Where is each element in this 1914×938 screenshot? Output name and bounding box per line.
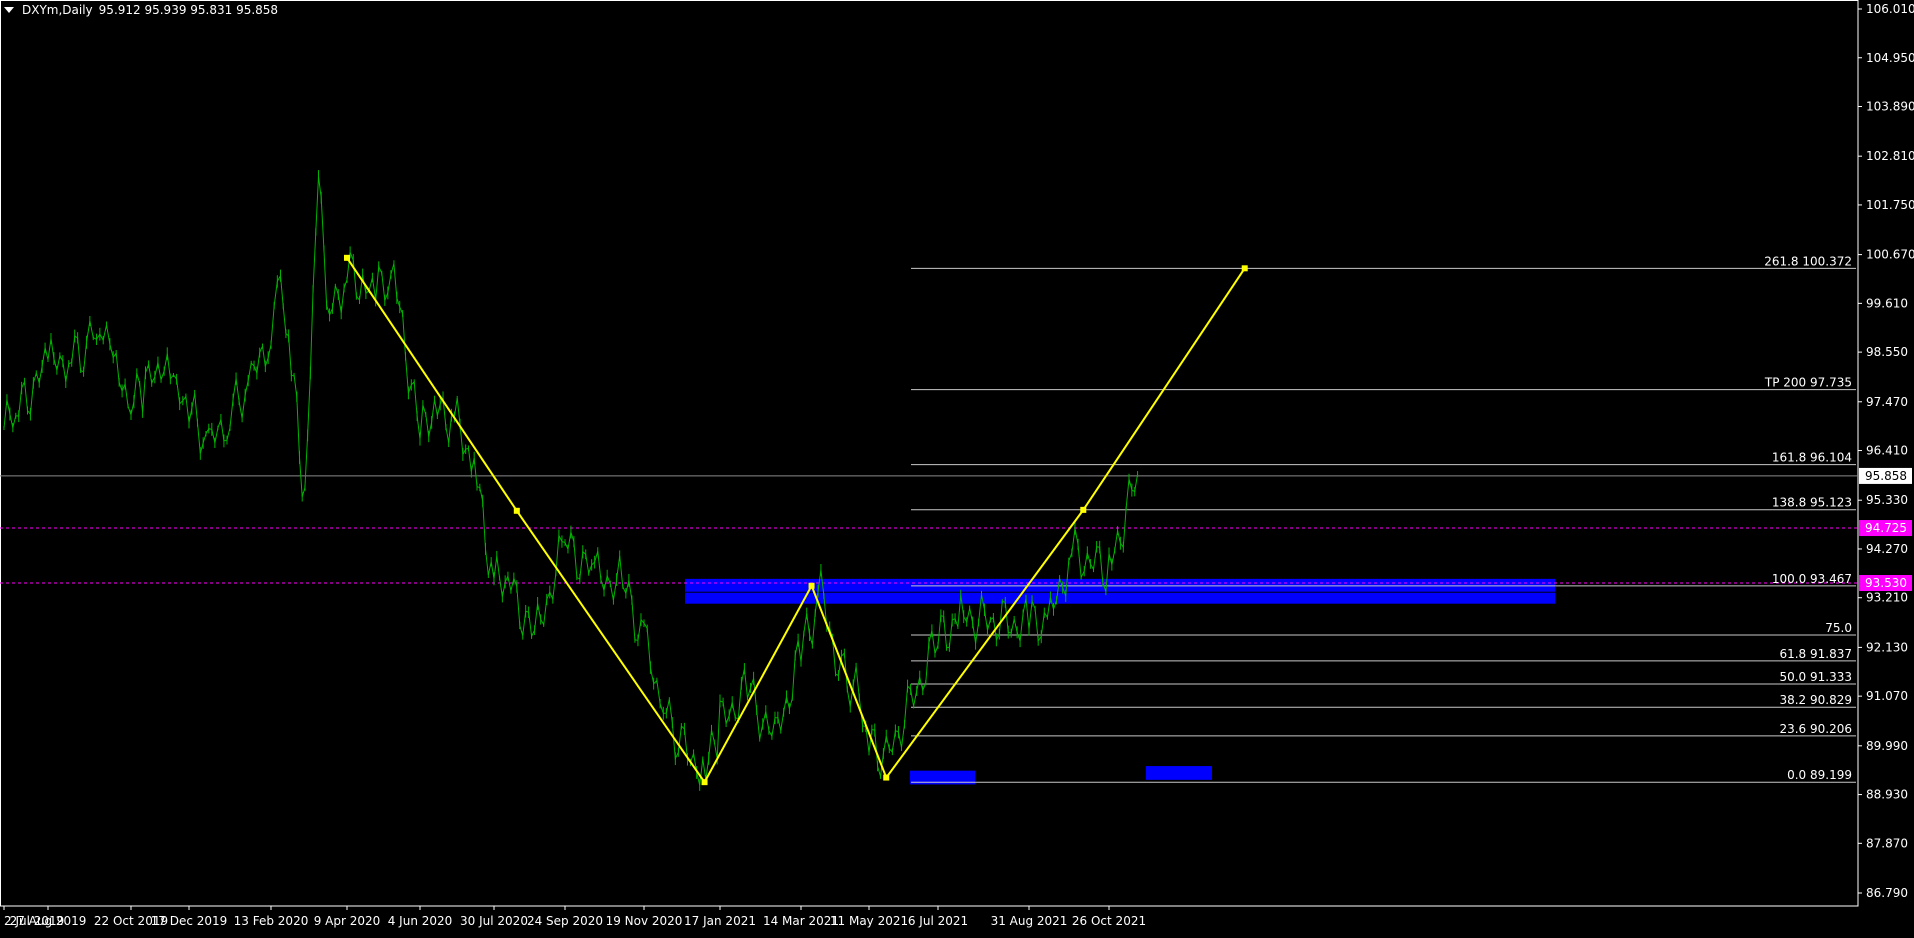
y-tick-label: 88.930	[1866, 788, 1908, 802]
x-tick-label: 26 Oct 2021	[1072, 914, 1146, 928]
chart-canvas[interactable]: 261.8 100.372 TP 200 97.735 161.8 96.104 13…	[0, 0, 1914, 934]
support-zone-2	[1146, 766, 1212, 780]
zigzag-point[interactable]	[1241, 265, 1248, 272]
x-tick-label: 24 Sep 2020	[527, 914, 603, 928]
y-tick-label: 94.270	[1866, 542, 1908, 556]
y-tick-label: 96.410	[1866, 444, 1908, 458]
x-tick-label: 6 Jul 2021	[908, 914, 968, 928]
fib-level-label: 161.8 96.104	[1772, 451, 1852, 465]
y-tick-label: 97.470	[1866, 395, 1908, 409]
x-tick-label: 4 Jun 2020	[388, 914, 453, 928]
resistance-zone	[685, 578, 1555, 592]
price-series-line	[3, 176, 1139, 786]
zigzag-pattern	[346, 257, 1246, 785]
marker-price-value: 94.725	[1865, 521, 1907, 535]
fib-level-label: 0.0 89.199	[1787, 768, 1852, 782]
price-chart[interactable]: 261.8 100.372 TP 200 97.735 161.8 96.104 13…	[0, 0, 1914, 934]
y-tick-label: 95.330	[1866, 493, 1908, 507]
y-tick-label: 89.990	[1866, 739, 1908, 753]
x-tick-label: 19 Nov 2020	[606, 914, 683, 928]
x-tick-label: 31 Aug 2021	[991, 914, 1068, 928]
fib-level-label: 61.8 91.837	[1779, 647, 1852, 661]
x-tick-label: 30 Jul 2020	[460, 914, 528, 928]
x-tick-label: 9 Apr 2020	[314, 914, 381, 928]
y-tick-label: 99.610	[1866, 296, 1908, 310]
y-tick-label: 100.670	[1866, 248, 1914, 262]
fib-level-label: 100.0 93.467	[1772, 572, 1852, 586]
x-tick-label: 13 Feb 2020	[234, 914, 309, 928]
zigzag-point[interactable]	[883, 774, 890, 781]
ohlc-values: 95.912 95.939 95.831 95.858	[98, 3, 279, 17]
fib-level-label: 23.6 90.206	[1779, 722, 1852, 736]
y-tick-label: 87.870	[1866, 836, 1908, 850]
fib-level-label: 75.0	[1825, 621, 1852, 635]
x-tick-label: 11 May 2021	[830, 914, 908, 928]
y-tick-label: 103.890	[1866, 100, 1914, 114]
y-tick-label: 86.790	[1866, 886, 1908, 900]
y-tick-label: 101.750	[1866, 198, 1914, 212]
y-tick-label: 93.210	[1866, 591, 1908, 605]
symbol-label: DXYm,Daily	[22, 3, 93, 17]
fib-level-label: 38.2 90.829	[1779, 693, 1852, 707]
zigzag-point[interactable]	[701, 779, 708, 786]
fib-level-label: TP 200 97.735	[1764, 376, 1852, 390]
y-tick-label: 98.550	[1866, 345, 1908, 359]
plot-frame	[0, 0, 1859, 907]
chart-header: DXYm,Daily 95.912 95.939 95.831 95.858	[4, 3, 278, 17]
fib-level-label: 138.8 95.123	[1772, 496, 1852, 510]
y-tick-label: 102.810	[1866, 149, 1914, 163]
fib-level-label: 261.8 100.372	[1764, 254, 1852, 268]
fib-level-label: 50.0 91.333	[1779, 670, 1852, 684]
y-tick-label: 104.950	[1866, 51, 1914, 65]
x-tick-label: 17 Dec 2019	[151, 914, 228, 928]
x-tick-label: 27 Aug 2019	[10, 914, 87, 928]
y-tick-label: 106.010	[1866, 2, 1914, 16]
marker-price-value: 93.530	[1865, 576, 1907, 590]
zigzag-point[interactable]	[1080, 506, 1087, 513]
y-tick-label: 91.070	[1866, 689, 1908, 703]
zigzag-point[interactable]	[808, 582, 815, 589]
collapse-triangle-icon[interactable]	[4, 7, 14, 13]
x-tick-label: 14 Mar 2021	[763, 914, 839, 928]
zigzag-point[interactable]	[344, 254, 350, 261]
zigzag-point[interactable]	[513, 507, 520, 514]
y-tick-label: 92.130	[1866, 640, 1908, 654]
current-price-value: 95.858	[1865, 469, 1907, 483]
x-tick-label: 17 Jan 2021	[684, 914, 756, 928]
